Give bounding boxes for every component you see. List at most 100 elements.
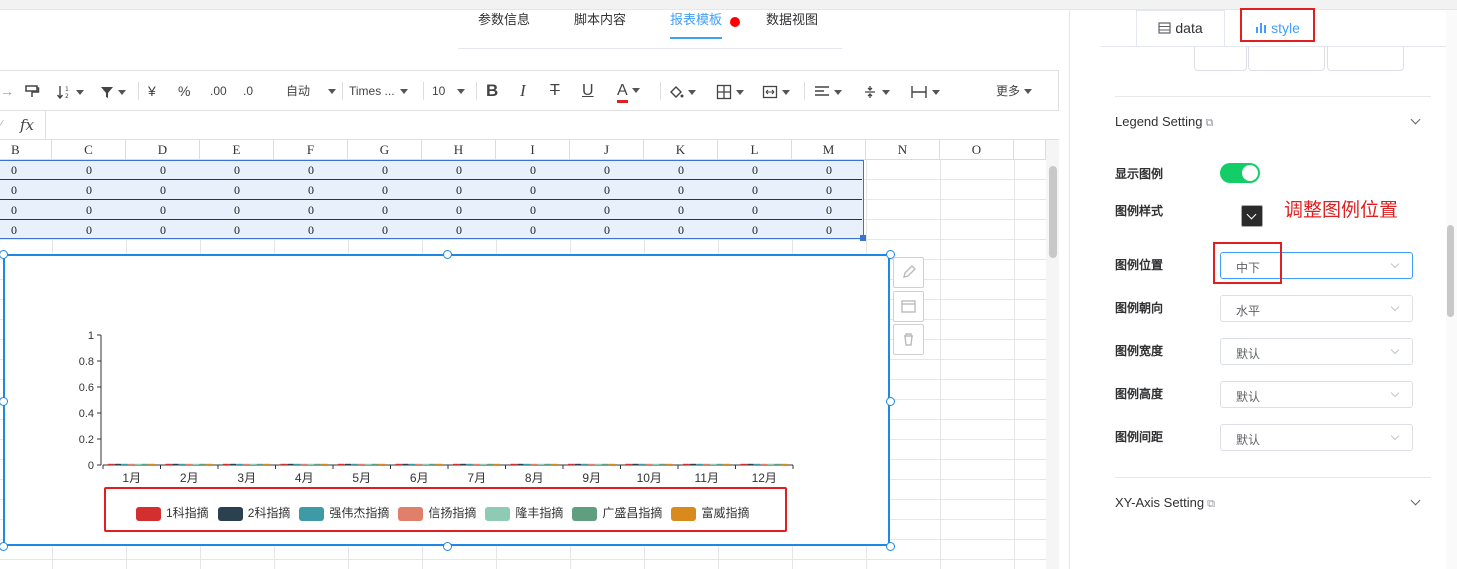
align-left-icon[interactable] (814, 71, 842, 111)
table-cell[interactable]: 0 (792, 220, 866, 240)
legend-height-select[interactable]: 默认 (1220, 381, 1413, 408)
grid-scroll-thumb[interactable] (1049, 166, 1057, 258)
legend-item[interactable]: 信扬指摘 (398, 504, 476, 521)
chevron-down-icon[interactable] (1410, 114, 1421, 125)
table-cell[interactable]: 0 (200, 180, 274, 200)
resize-handle-bottom-right[interactable] (886, 542, 895, 551)
resize-handle-right[interactable] (886, 397, 895, 406)
table-cell[interactable]: 0 (274, 160, 348, 180)
table-cell[interactable]: 0 (644, 180, 718, 200)
fx-label[interactable]: fx (20, 116, 34, 134)
table-cell[interactable]: 0 (422, 160, 496, 180)
table-cell[interactable]: 0 (570, 200, 644, 220)
column-header-i[interactable]: I (496, 140, 570, 160)
table-cell[interactable]: 0 (570, 160, 644, 180)
table-cell[interactable]: 0 (200, 200, 274, 220)
column-header-c[interactable]: C (52, 140, 126, 160)
table-cell[interactable]: 0 (126, 200, 200, 220)
tab-params[interactable]: 参数信息 (478, 0, 530, 38)
table-cell[interactable]: 0 (496, 220, 570, 240)
table-cell[interactable]: 0 (274, 220, 348, 240)
table-cell[interactable]: 0 (126, 160, 200, 180)
filter-icon[interactable] (100, 71, 126, 111)
tab-data-view[interactable]: 数据视图 (766, 0, 818, 38)
table-cell[interactable]: 0 (52, 200, 126, 220)
table-cell[interactable]: 0 (0, 180, 52, 200)
table-cell[interactable]: 0 (496, 160, 570, 180)
table-cell[interactable]: 0 (52, 160, 126, 180)
legend-item[interactable]: 强伟杰指摘 (299, 504, 389, 521)
table-cell[interactable]: 0 (644, 200, 718, 220)
more-button[interactable]: 更多 (996, 71, 1033, 111)
table-cell[interactable]: 0 (792, 160, 866, 180)
table-cell[interactable]: 0 (200, 220, 274, 240)
table-cell[interactable]: 0 (274, 180, 348, 200)
table-cell[interactable]: 0 (348, 220, 422, 240)
column-header-h[interactable]: H (422, 140, 496, 160)
currency-icon[interactable]: ¥ (148, 71, 156, 111)
table-cell[interactable]: 0 (0, 200, 52, 220)
bold-button[interactable]: B (486, 71, 498, 111)
column-header-b[interactable]: B (0, 140, 52, 160)
column-header-j[interactable]: J (570, 140, 644, 160)
legend-item[interactable]: 隆丰指摘 (485, 504, 563, 521)
legend-setting-header[interactable]: Legend Setting ⧉ (1115, 114, 1213, 130)
decimal-increase-icon[interactable]: .00 (210, 71, 227, 111)
legend-gap-select[interactable]: 默认 (1220, 424, 1413, 451)
underline-button[interactable]: U (582, 71, 594, 111)
setting-input-stub[interactable] (1248, 47, 1325, 71)
column-header-f[interactable]: F (274, 140, 348, 160)
table-cell[interactable]: 0 (792, 200, 866, 220)
tab-data[interactable]: data (1136, 10, 1225, 47)
table-cell[interactable]: 0 (348, 160, 422, 180)
vertical-align-icon[interactable] (862, 71, 890, 111)
column-header-d[interactable]: D (126, 140, 200, 160)
table-cell[interactable]: 0 (200, 160, 274, 180)
redo-icon[interactable]: → (0, 71, 14, 111)
show-legend-toggle[interactable] (1220, 163, 1260, 183)
column-header-g[interactable]: G (348, 140, 422, 160)
font-name-select[interactable]: Times ... (349, 71, 408, 111)
legend-item[interactable]: 广盛昌指摘 (572, 504, 662, 521)
sort-icon[interactable]: 12 (56, 71, 84, 111)
setting-input-stub[interactable] (1194, 47, 1247, 71)
table-cell[interactable]: 0 (570, 180, 644, 200)
legend-item[interactable]: 2科指摘 (217, 504, 290, 521)
right-panel-scroll-thumb[interactable] (1447, 225, 1454, 317)
xy-axis-setting-header[interactable]: XY-Axis Setting ⧉ (1115, 495, 1215, 511)
resize-handle-bottom[interactable] (443, 542, 452, 551)
table-cell[interactable]: 0 (718, 220, 792, 240)
legend-width-select[interactable]: 默认 (1220, 338, 1413, 365)
tab-report-template[interactable]: 报表模板 (670, 0, 723, 39)
table-cell[interactable]: 0 (718, 200, 792, 220)
table-cell[interactable]: 0 (792, 180, 866, 200)
legend-item[interactable]: 1科指摘 (136, 504, 209, 521)
table-cell[interactable]: 0 (126, 220, 200, 240)
merge-cells-icon[interactable] (762, 71, 790, 111)
legend-item[interactable]: 富威指摘 (671, 504, 749, 521)
percent-icon[interactable]: % (178, 71, 190, 111)
selection-fill-handle[interactable] (860, 235, 866, 241)
table-cell[interactable]: 0 (348, 180, 422, 200)
table-cell[interactable]: 0 (52, 180, 126, 200)
table-cell[interactable]: 0 (274, 200, 348, 220)
chevron-down-icon[interactable] (1410, 495, 1421, 506)
decimal-decrease-icon[interactable]: .0 (243, 71, 253, 111)
column-header-k[interactable]: K (644, 140, 718, 160)
table-cell[interactable]: 0 (496, 180, 570, 200)
fill-color-icon[interactable] (668, 71, 696, 111)
column-header-m[interactable]: M (792, 140, 866, 160)
resize-handle-top[interactable] (443, 250, 452, 259)
table-cell[interactable]: 0 (52, 220, 126, 240)
column-header-n[interactable]: N (866, 140, 940, 160)
table-cell[interactable]: 0 (348, 200, 422, 220)
font-size-select[interactable]: 10 (432, 71, 466, 111)
table-cell[interactable]: 0 (496, 200, 570, 220)
table-cell[interactable]: 0 (126, 180, 200, 200)
formula-edit-icon[interactable]: ⁄ (0, 117, 2, 132)
italic-button[interactable]: I (520, 71, 526, 111)
table-cell[interactable]: 0 (422, 200, 496, 220)
border-icon[interactable] (716, 71, 744, 111)
column-header-e[interactable]: E (200, 140, 274, 160)
wrap-mode-select[interactable]: 自动 (286, 71, 337, 111)
